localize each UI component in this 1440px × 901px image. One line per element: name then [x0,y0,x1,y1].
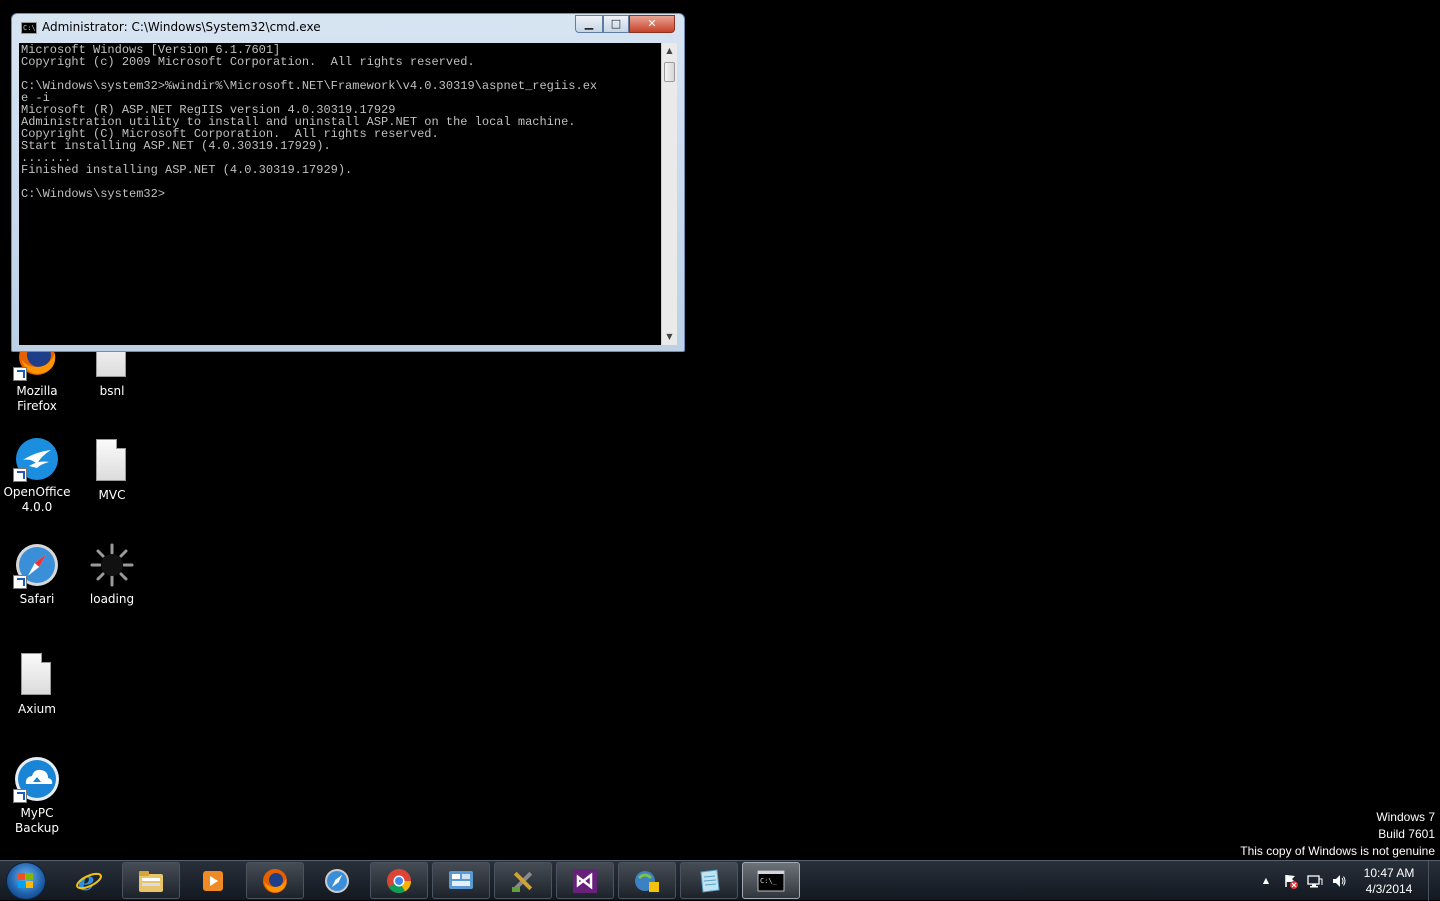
desktop-icon-label: Axium [18,702,56,716]
desktop-icon-label: loading [89,592,135,606]
taskbar-visual-studio[interactable] [556,862,614,899]
taskbar-firefox[interactable] [246,862,304,899]
windows-explorer-icon [139,871,163,892]
taskbar-notepad[interactable] [680,862,738,899]
show-desktop-button[interactable] [1428,861,1440,901]
control-panel-icon [449,871,473,889]
windows-update-icon [635,871,659,892]
svg-text:C:\_: C:\_ [760,877,778,885]
firefox-icon [263,869,287,893]
windows-genuine-watermark: Windows 7 Build 7601 This copy of Window… [1240,809,1435,860]
desktop-icon-loading[interactable]: loading [75,541,149,607]
taskbar-tools[interactable] [494,862,552,899]
watermark-line-build: Build 7601 [1378,827,1435,841]
taskbar-chrome[interactable] [370,862,428,899]
desktop-icon-mvc[interactable]: MVC [75,437,149,503]
shortcut-arrow-icon [13,575,27,589]
safari-icon [13,541,61,589]
media-player-icon [203,871,223,891]
document-icon [88,437,136,485]
taskbar-windows-explorer[interactable] [122,862,180,899]
desktop-icon-mypc-backup[interactable]: MyPC Backup [0,755,74,836]
cmd-window[interactable]: C:\. Administrator: C:\Windows\System32\… [11,13,685,352]
loading-icon [88,541,136,589]
taskbar: e C:\_ ▲ 10:47 AM 4/3/2014 [0,860,1440,901]
volume-icon[interactable] [1331,873,1347,889]
window-titlebar[interactable]: C:\. Administrator: C:\Windows\System32\… [12,14,684,42]
taskbar-safari[interactable] [308,862,366,899]
windows-start-icon [18,873,33,888]
minimize-button[interactable]: ▁ [575,15,603,33]
shortcut-arrow-icon [13,789,27,803]
window-title: Administrator: C:\Windows\System32\cmd.e… [42,20,321,34]
taskbar-internet-explorer[interactable]: e [60,862,118,899]
desktop-icon-label: MyPC Backup [15,806,59,835]
visual-studio-icon [573,869,597,893]
network-icon[interactable] [1307,873,1323,889]
document-icon [13,651,61,699]
cmd-window-icon[interactable]: C:\. [21,22,37,34]
safari-icon [325,869,349,893]
show-hidden-icons-arrow-icon[interactable]: ▲ [1258,873,1274,889]
openoffice-icon [13,434,61,482]
taskbar-cmd[interactable]: C:\_ [742,862,800,899]
clock-date: 4/3/2014 [1365,882,1413,896]
mypc-backup-icon [13,755,61,803]
console-area[interactable]: Microsoft Windows [Version 6.1.7601] Cop… [19,43,661,345]
start-button[interactable] [6,862,46,900]
internet-explorer-icon: e [76,868,102,894]
watermark-line-os: Windows 7 [1376,810,1435,824]
watermark-line-notice: This copy of Windows is not genuine [1240,844,1435,858]
taskbar-control-panel[interactable] [432,862,490,899]
desktop-icon-axium[interactable]: Axium [0,651,74,717]
shortcut-arrow-icon [13,367,27,381]
desktop-icon-label: MVC [98,488,126,502]
maximize-button[interactable]: □ [603,15,629,33]
desktop-icon-label: Mozilla Firefox [16,384,58,413]
shortcut-arrow-icon [13,468,27,482]
desktop-icon-label: bsnl [99,384,125,398]
action-center-icon[interactable] [1283,873,1299,889]
desktop-icon-safari[interactable]: Safari [0,541,74,607]
notepad-icon [700,869,720,893]
close-button[interactable]: ✕ [629,15,675,33]
tools-icon [512,871,533,892]
cmd-icon: C:\_ [757,870,785,892]
scroll-down-arrow-icon[interactable]: ▼ [662,329,677,345]
desktop-icon-label: Safari [19,592,55,606]
console-output: Microsoft Windows [Version 6.1.7601] Cop… [21,43,598,201]
desktop-icon-openoffice[interactable]: OpenOffice 4.0.0 [0,434,74,515]
chrome-icon [387,869,411,894]
taskbar-media-player[interactable] [184,862,242,899]
scrollbar-thumb[interactable] [664,62,675,82]
vertical-scrollbar[interactable]: ▲ ▼ [661,43,677,345]
system-clock[interactable]: 10:47 AM 4/3/2014 [1357,865,1421,897]
taskbar-windows-update[interactable] [618,862,676,899]
clock-time: 10:47 AM [1363,866,1415,880]
scroll-up-arrow-icon[interactable]: ▲ [662,43,677,59]
desktop-icon-label: OpenOffice 4.0.0 [3,485,71,514]
